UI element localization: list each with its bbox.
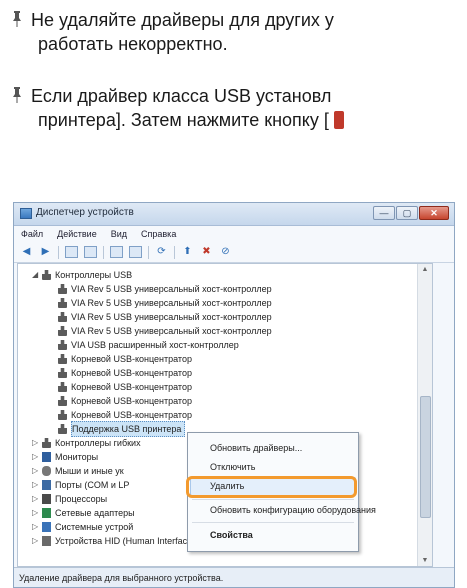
menu-view[interactable]: Вид — [111, 229, 127, 239]
note-1-line-2: работать некорректно. — [38, 34, 228, 54]
view-icon[interactable] — [129, 246, 142, 258]
usb-icon — [58, 410, 67, 420]
usb-icon — [58, 340, 67, 350]
tree-group[interactable]: ▷ Сетевые адаптеры — [32, 506, 135, 520]
tree-item[interactable]: VIA Rev 5 USB универсальный хост-контрол… — [58, 324, 272, 338]
tree-group[interactable]: ▷ Мониторы — [32, 450, 98, 464]
usb-icon — [58, 326, 67, 336]
collapse-arrow-icon[interactable]: ◢ — [32, 268, 42, 282]
tree-item[interactable]: VIA Rev 5 USB универсальный хост-контрол… — [58, 282, 272, 296]
vertical-scrollbar[interactable]: ▲ ▼ — [417, 264, 432, 566]
scroll-thumb[interactable] — [420, 396, 431, 518]
window-title: Диспетчер устройств — [36, 207, 134, 218]
tree-item[interactable]: VIA Rev 5 USB универсальный хост-контрол… — [58, 310, 272, 324]
usb-icon — [58, 298, 67, 308]
usb-icon — [58, 382, 67, 392]
tree-group[interactable]: ▷ Мыши и иные ук — [32, 464, 124, 478]
expand-arrow-icon[interactable]: ▷ — [32, 534, 42, 548]
close-button[interactable]: ✕ — [419, 206, 449, 220]
tree-group-usb-controllers[interactable]: ◢ Контроллеры USB — [32, 268, 132, 282]
controller-icon — [42, 438, 51, 448]
tree-item[interactable]: VIA USB расширенный хост-контроллер — [58, 338, 239, 352]
highlight-ring — [186, 476, 357, 498]
title-bar[interactable]: Диспетчер устройств — ▢ ✕ — [14, 203, 454, 226]
usb-icon — [58, 396, 67, 406]
expand-arrow-icon[interactable]: ▷ — [32, 436, 42, 450]
tree-group[interactable]: ▷ Порты (COM и LP — [32, 478, 129, 492]
hid-icon — [42, 536, 51, 546]
note-1: Не удаляйте драйверы для других у работа… — [12, 8, 334, 56]
usb-icon — [58, 284, 67, 294]
mouse-icon — [42, 466, 51, 476]
note-2: Если драйвер класса USB установл принтер… — [12, 84, 344, 132]
processor-icon — [42, 494, 51, 504]
menu-item-disable[interactable]: Отключить — [210, 462, 256, 472]
help-icon[interactable] — [110, 246, 123, 258]
device-manager-window: Диспетчер устройств — ▢ ✕ Файл Действие … — [13, 202, 455, 588]
menu-file[interactable]: Файл — [21, 229, 43, 239]
forward-icon[interactable]: ▶ — [39, 246, 52, 258]
system-device-icon — [42, 522, 51, 532]
back-icon[interactable]: ◀ — [20, 246, 33, 258]
pushpin-icon — [12, 8, 26, 32]
menu-item-update-driver[interactable]: Обновить драйверы... — [210, 443, 302, 453]
device-manager-icon — [20, 208, 32, 219]
stop-button-icon — [333, 111, 344, 129]
tree-item[interactable]: Корневой USB-концентратор — [58, 352, 192, 366]
monitor-icon — [42, 452, 51, 462]
usb-icon — [58, 354, 67, 364]
note-2-line-1: Если драйвер класса USB установл — [31, 86, 332, 106]
tree-item[interactable]: Корневой USB-концентратор — [58, 380, 192, 394]
expand-arrow-icon[interactable]: ▷ — [32, 464, 42, 478]
tree-item[interactable]: Корневой USB-концентратор — [58, 366, 192, 380]
menu-item-scan-hardware[interactable]: Обновить конфигурацию оборудования — [210, 505, 376, 515]
tree-group[interactable]: ▷ Системные устрой — [32, 520, 133, 534]
expand-arrow-icon[interactable]: ▷ — [32, 450, 42, 464]
properties-icon[interactable] — [84, 246, 97, 258]
scroll-down-icon[interactable]: ▼ — [420, 557, 430, 564]
usb-icon — [58, 424, 67, 434]
minimize-button[interactable]: — — [373, 206, 395, 220]
maximize-button[interactable]: ▢ — [396, 206, 418, 220]
expand-arrow-icon[interactable]: ▷ — [32, 506, 42, 520]
usb-icon — [58, 368, 67, 378]
toolbar: ◀ ▶ ⟳ ⬆ ✖ ⊘ — [14, 242, 454, 263]
expand-arrow-icon[interactable]: ▷ — [32, 478, 42, 492]
menu-item-properties[interactable]: Свойства — [210, 530, 253, 540]
port-icon — [42, 480, 51, 490]
usb-icon — [42, 270, 51, 280]
pushpin-icon — [12, 84, 26, 108]
scan-hardware-icon[interactable]: ⟳ — [155, 246, 168, 258]
expand-arrow-icon[interactable]: ▷ — [32, 520, 42, 534]
note-1-line-1: Не удаляйте драйверы для других у — [31, 10, 334, 30]
show-hide-tree-icon[interactable] — [65, 246, 78, 258]
tree-group[interactable]: ▷ Контроллеры гибких — [32, 436, 141, 450]
network-adapter-icon — [42, 508, 51, 518]
expand-arrow-icon[interactable]: ▷ — [32, 492, 42, 506]
disable-icon[interactable]: ⊘ — [219, 246, 232, 258]
menu-action[interactable]: Действие — [57, 229, 97, 239]
scroll-up-icon[interactable]: ▲ — [420, 266, 430, 273]
usb-icon — [58, 312, 67, 322]
menu-bar: Файл Действие Вид Справка — [14, 226, 454, 242]
tree-group[interactable]: ▷ Процессоры — [32, 492, 107, 506]
uninstall-icon[interactable]: ✖ — [200, 246, 213, 258]
update-driver-icon[interactable]: ⬆ — [181, 246, 194, 258]
tree-item[interactable]: VIA Rev 5 USB универсальный хост-контрол… — [58, 296, 272, 310]
tree-item[interactable]: Корневой USB-концентратор — [58, 408, 192, 422]
status-bar: Удаление драйвера для выбранного устройс… — [14, 567, 454, 587]
note-2-line-2: принтера]. Затем нажмите кнопку [ — [38, 110, 329, 130]
tree-item[interactable]: Корневой USB-концентратор — [58, 394, 192, 408]
menu-help[interactable]: Справка — [141, 229, 176, 239]
tree-item-selected[interactable]: Поддержка USB принтера — [58, 421, 186, 437]
